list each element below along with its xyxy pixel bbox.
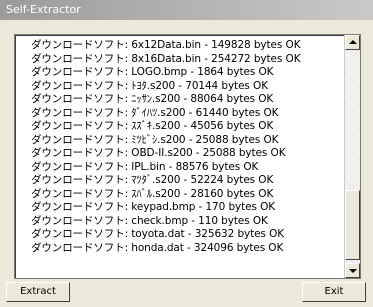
arrow-down-icon <box>349 269 357 273</box>
list-item: ダウンロードソフト: ﾀﾞｲﾊﾂ.s200 - 61440 bytes OK <box>31 106 279 119</box>
scroll-up-button[interactable] <box>345 35 360 50</box>
list-item: ダウンロードソフト: ﾏﾂﾀﾞ.s200 - 52224 bytes OK <box>31 174 274 186</box>
window-title: Self-Extractor <box>6 3 81 16</box>
exit-button[interactable]: Exit <box>302 282 366 302</box>
list-item: ダウンロードソフト: IPL.bin - 88576 bytes OK <box>31 160 259 173</box>
list-item: ダウンロードソフト: toyota.dat - 325632 bytes OK <box>31 228 285 240</box>
vertical-scrollbar[interactable] <box>344 35 360 278</box>
list-item: ダウンロードソフト: 8x16Data.bin - 254272 bytes O… <box>31 52 301 65</box>
scroll-down-button[interactable] <box>345 263 360 278</box>
log-lines: ダウンロードソフト: 6x12Data.bin - 149828 bytes O… <box>31 39 341 255</box>
list-item: ダウンロードソフト: keypad.bmp - 170 bytes OK <box>31 201 276 213</box>
client-area: ダウンロードソフト: 6x12Data.bin - 149828 bytes O… <box>0 20 373 307</box>
arrow-up-icon <box>349 40 357 44</box>
list-item: ダウンロードソフト: honda.dat - 324096 bytes OK <box>31 241 284 254</box>
self-extractor-window: Self-Extractor ダウンロードソフト: 6x12Data.bin -… <box>0 0 373 307</box>
log-listbox[interactable]: ダウンロードソフト: 6x12Data.bin - 149828 bytes O… <box>14 34 361 279</box>
list-item: ダウンロードソフト: ﾆｯｻﾝ.s200 - 88064 bytes OK <box>31 93 274 105</box>
list-item: ダウンロードソフト: LOGO.bmp - 1864 bytes OK <box>31 66 274 78</box>
list-item: ダウンロードソフト: OBD-II.s200 - 25088 bytes OK <box>31 147 286 159</box>
list-item: ダウンロードソフト: ﾐﾂﾋﾞｼ.s200 - 25088 bytes OK <box>31 133 279 146</box>
list-item: ダウンロードソフト: check.bmp - 110 bytes OK <box>31 214 268 227</box>
list-item: ダウンロードソフト: ﾄﾖﾀ.s200 - 70144 bytes OK <box>31 79 268 92</box>
list-item: ダウンロードソフト: ｽﾊﾞﾙ.s200 - 28160 bytes OK <box>31 187 274 200</box>
list-item: ダウンロードソフト: ｽｽﾞｷ.s200 - 45056 bytes OK <box>31 120 274 132</box>
extract-button[interactable]: Extract <box>6 282 70 302</box>
list-item: ダウンロードソフト: 6x12Data.bin - 149828 bytes O… <box>31 39 301 51</box>
scrollbar-thumb[interactable] <box>345 190 360 260</box>
title-bar: Self-Extractor <box>0 0 373 20</box>
